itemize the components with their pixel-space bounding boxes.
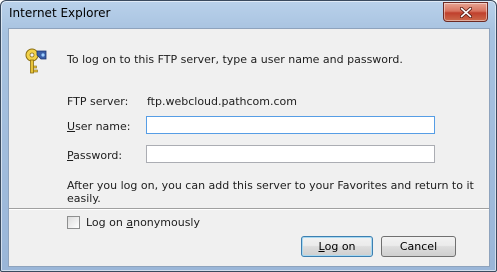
anonymous-checkbox[interactable] <box>67 216 80 229</box>
window-title: Internet Explorer <box>9 6 111 20</box>
logon-button[interactable]: Log on <box>301 236 373 257</box>
close-button[interactable] <box>443 2 488 22</box>
cancel-button[interactable]: Cancel <box>381 236 456 257</box>
username-label-text: ser name: <box>75 120 131 133</box>
ftp-server-label: FTP server: <box>67 95 129 108</box>
anonymous-option[interactable]: Log on anonymously <box>67 216 200 229</box>
anonymous-label[interactable]: Log on anonymously <box>86 216 200 229</box>
anonymous-label-rest: nonymously <box>133 216 200 229</box>
title-bar[interactable]: Internet Explorer <box>1 1 496 27</box>
anonymous-label-pre: Log on <box>86 216 127 229</box>
dialog-window: Internet Explorer To log on to this FTP … <box>0 0 497 272</box>
username-field[interactable] <box>146 116 435 134</box>
logon-button-label: og on <box>324 240 356 253</box>
close-icon <box>459 6 472 18</box>
username-label: User name: <box>67 120 130 133</box>
password-label: Password: <box>67 149 122 162</box>
favorites-note: After you log on, you can add this serve… <box>67 179 474 205</box>
password-label-text: assword: <box>73 149 123 162</box>
dialog-body: To log on to this FTP server, type a use… <box>8 28 490 267</box>
username-label-mnemonic: U <box>67 120 76 133</box>
intro-text: To log on to this FTP server, type a use… <box>67 53 403 66</box>
ftp-server-value: ftp.webcloud.pathcom.com <box>147 95 297 108</box>
key-icon <box>25 48 47 74</box>
password-field[interactable] <box>146 145 435 163</box>
separator <box>9 208 489 210</box>
